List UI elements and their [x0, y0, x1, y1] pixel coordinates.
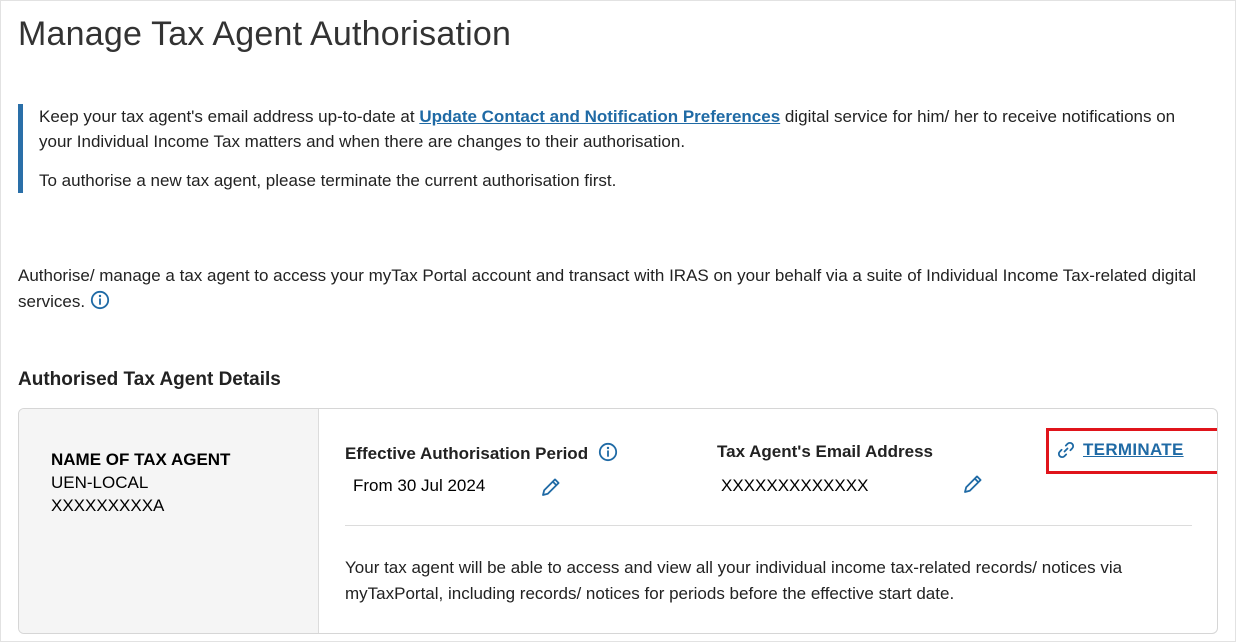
info-icon[interactable] — [90, 290, 110, 310]
period-label-text: Effective Authorisation Period — [345, 444, 589, 463]
email-value: XXXXXXXXXXXXX — [721, 476, 869, 495]
edit-period-pencil-icon[interactable] — [539, 475, 563, 499]
edit-email-pencil-icon[interactable] — [961, 472, 985, 496]
tax-agent-card: NAME OF TAX AGENT UEN-LOCAL XXXXXXXXXA E… — [18, 408, 1218, 634]
period-info-icon[interactable] — [598, 442, 618, 462]
card-divider — [345, 525, 1192, 526]
notice-paragraph: Keep your tax agent's email address up-t… — [39, 104, 1208, 154]
link-icon — [1057, 441, 1075, 459]
update-contact-preferences-link[interactable]: Update Contact and Notification Preferen… — [419, 107, 780, 126]
agent-uen-type: UEN-LOCAL — [51, 473, 149, 492]
access-note: Your tax agent will be able to access an… — [345, 558, 1123, 603]
intro-paragraph: Authorise/ manage a tax agent to access … — [18, 263, 1218, 315]
notice-second-line: To authorise a new tax agent, please ter… — [39, 171, 617, 190]
agent-name: NAME OF TAX AGENT — [51, 450, 231, 469]
page-title: Manage Tax Agent Authorisation — [18, 15, 512, 53]
info-notice: Keep your tax agent's email address up-t… — [18, 104, 1208, 193]
terminate-label[interactable]: TERMINATE — [1083, 440, 1184, 460]
period-value: From 30 Jul 2024 — [353, 476, 486, 495]
intro-text: Authorise/ manage a tax agent to access … — [18, 266, 1197, 311]
notice-text-before-link: Keep your tax agent's email address up-t… — [39, 107, 420, 126]
agent-uen-number: XXXXXXXXXA — [51, 496, 165, 515]
email-label: Tax Agent's Email Address — [717, 442, 933, 461]
terminate-button[interactable]: TERMINATE — [1056, 440, 1184, 460]
section-title: Authorised Tax Agent Details — [18, 369, 281, 390]
agent-identity-panel: NAME OF TAX AGENT UEN-LOCAL XXXXXXXXXA — [19, 409, 319, 633]
period-label: Effective Authorisation Period — [345, 442, 618, 464]
page-frame: Manage Tax Agent Authorisation Keep your… — [0, 0, 1236, 642]
